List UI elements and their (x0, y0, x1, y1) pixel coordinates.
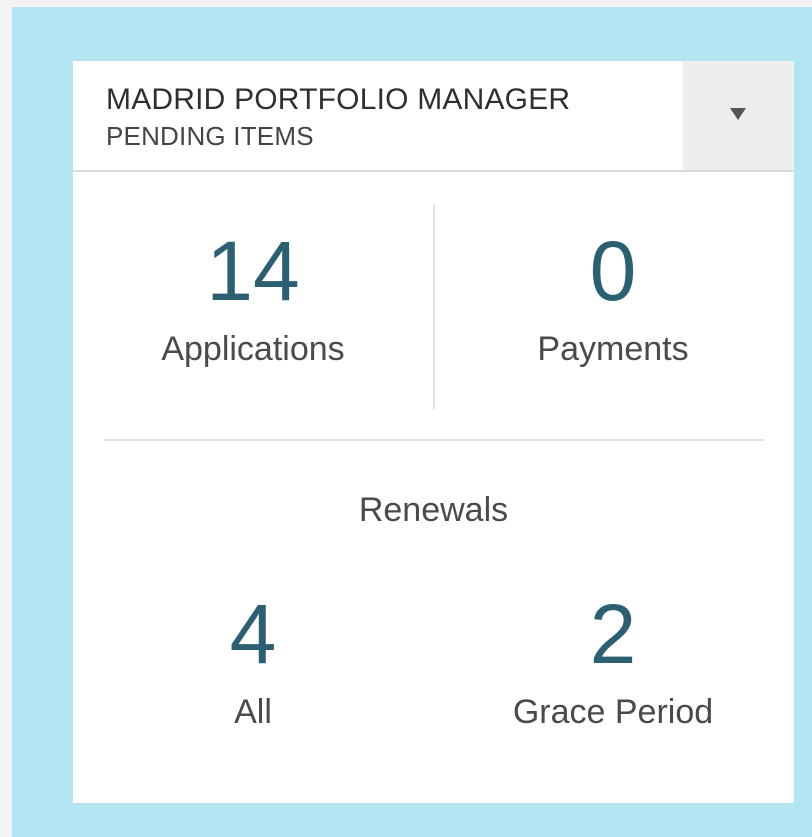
widget-menu-toggle[interactable] (683, 61, 794, 170)
horizontal-divider (104, 439, 764, 441)
caret-down-icon (730, 108, 746, 120)
payments-stat[interactable]: 0 Payments (443, 223, 783, 369)
grace-period-count: 2 (589, 587, 637, 681)
payments-label: Payments (537, 330, 689, 368)
renewals-all-stat[interactable]: 4 All (83, 586, 423, 732)
applications-count: 14 (206, 224, 300, 318)
renewals-all-label: All (234, 693, 272, 731)
pending-items-widget: MADRID PORTFOLIO MANAGER PENDING ITEMS 1… (73, 61, 794, 803)
payments-count: 0 (589, 224, 637, 318)
widget-subtitle: PENDING ITEMS (106, 121, 314, 151)
renewals-all-count: 4 (229, 587, 277, 681)
widget-title: MADRID PORTFOLIO MANAGER (106, 83, 571, 116)
applications-stat[interactable]: 14 Applications (83, 223, 423, 369)
widget-frame: MADRID PORTFOLIO MANAGER PENDING ITEMS 1… (12, 7, 812, 837)
vertical-divider (433, 204, 435, 409)
widget-header: MADRID PORTFOLIO MANAGER PENDING ITEMS (73, 61, 794, 172)
grace-period-label: Grace Period (512, 693, 714, 731)
renewals-grace-period-stat[interactable]: 2 Grace Period (443, 586, 783, 732)
applications-label: Applications (161, 330, 345, 368)
renewals-title: Renewals (358, 491, 509, 529)
